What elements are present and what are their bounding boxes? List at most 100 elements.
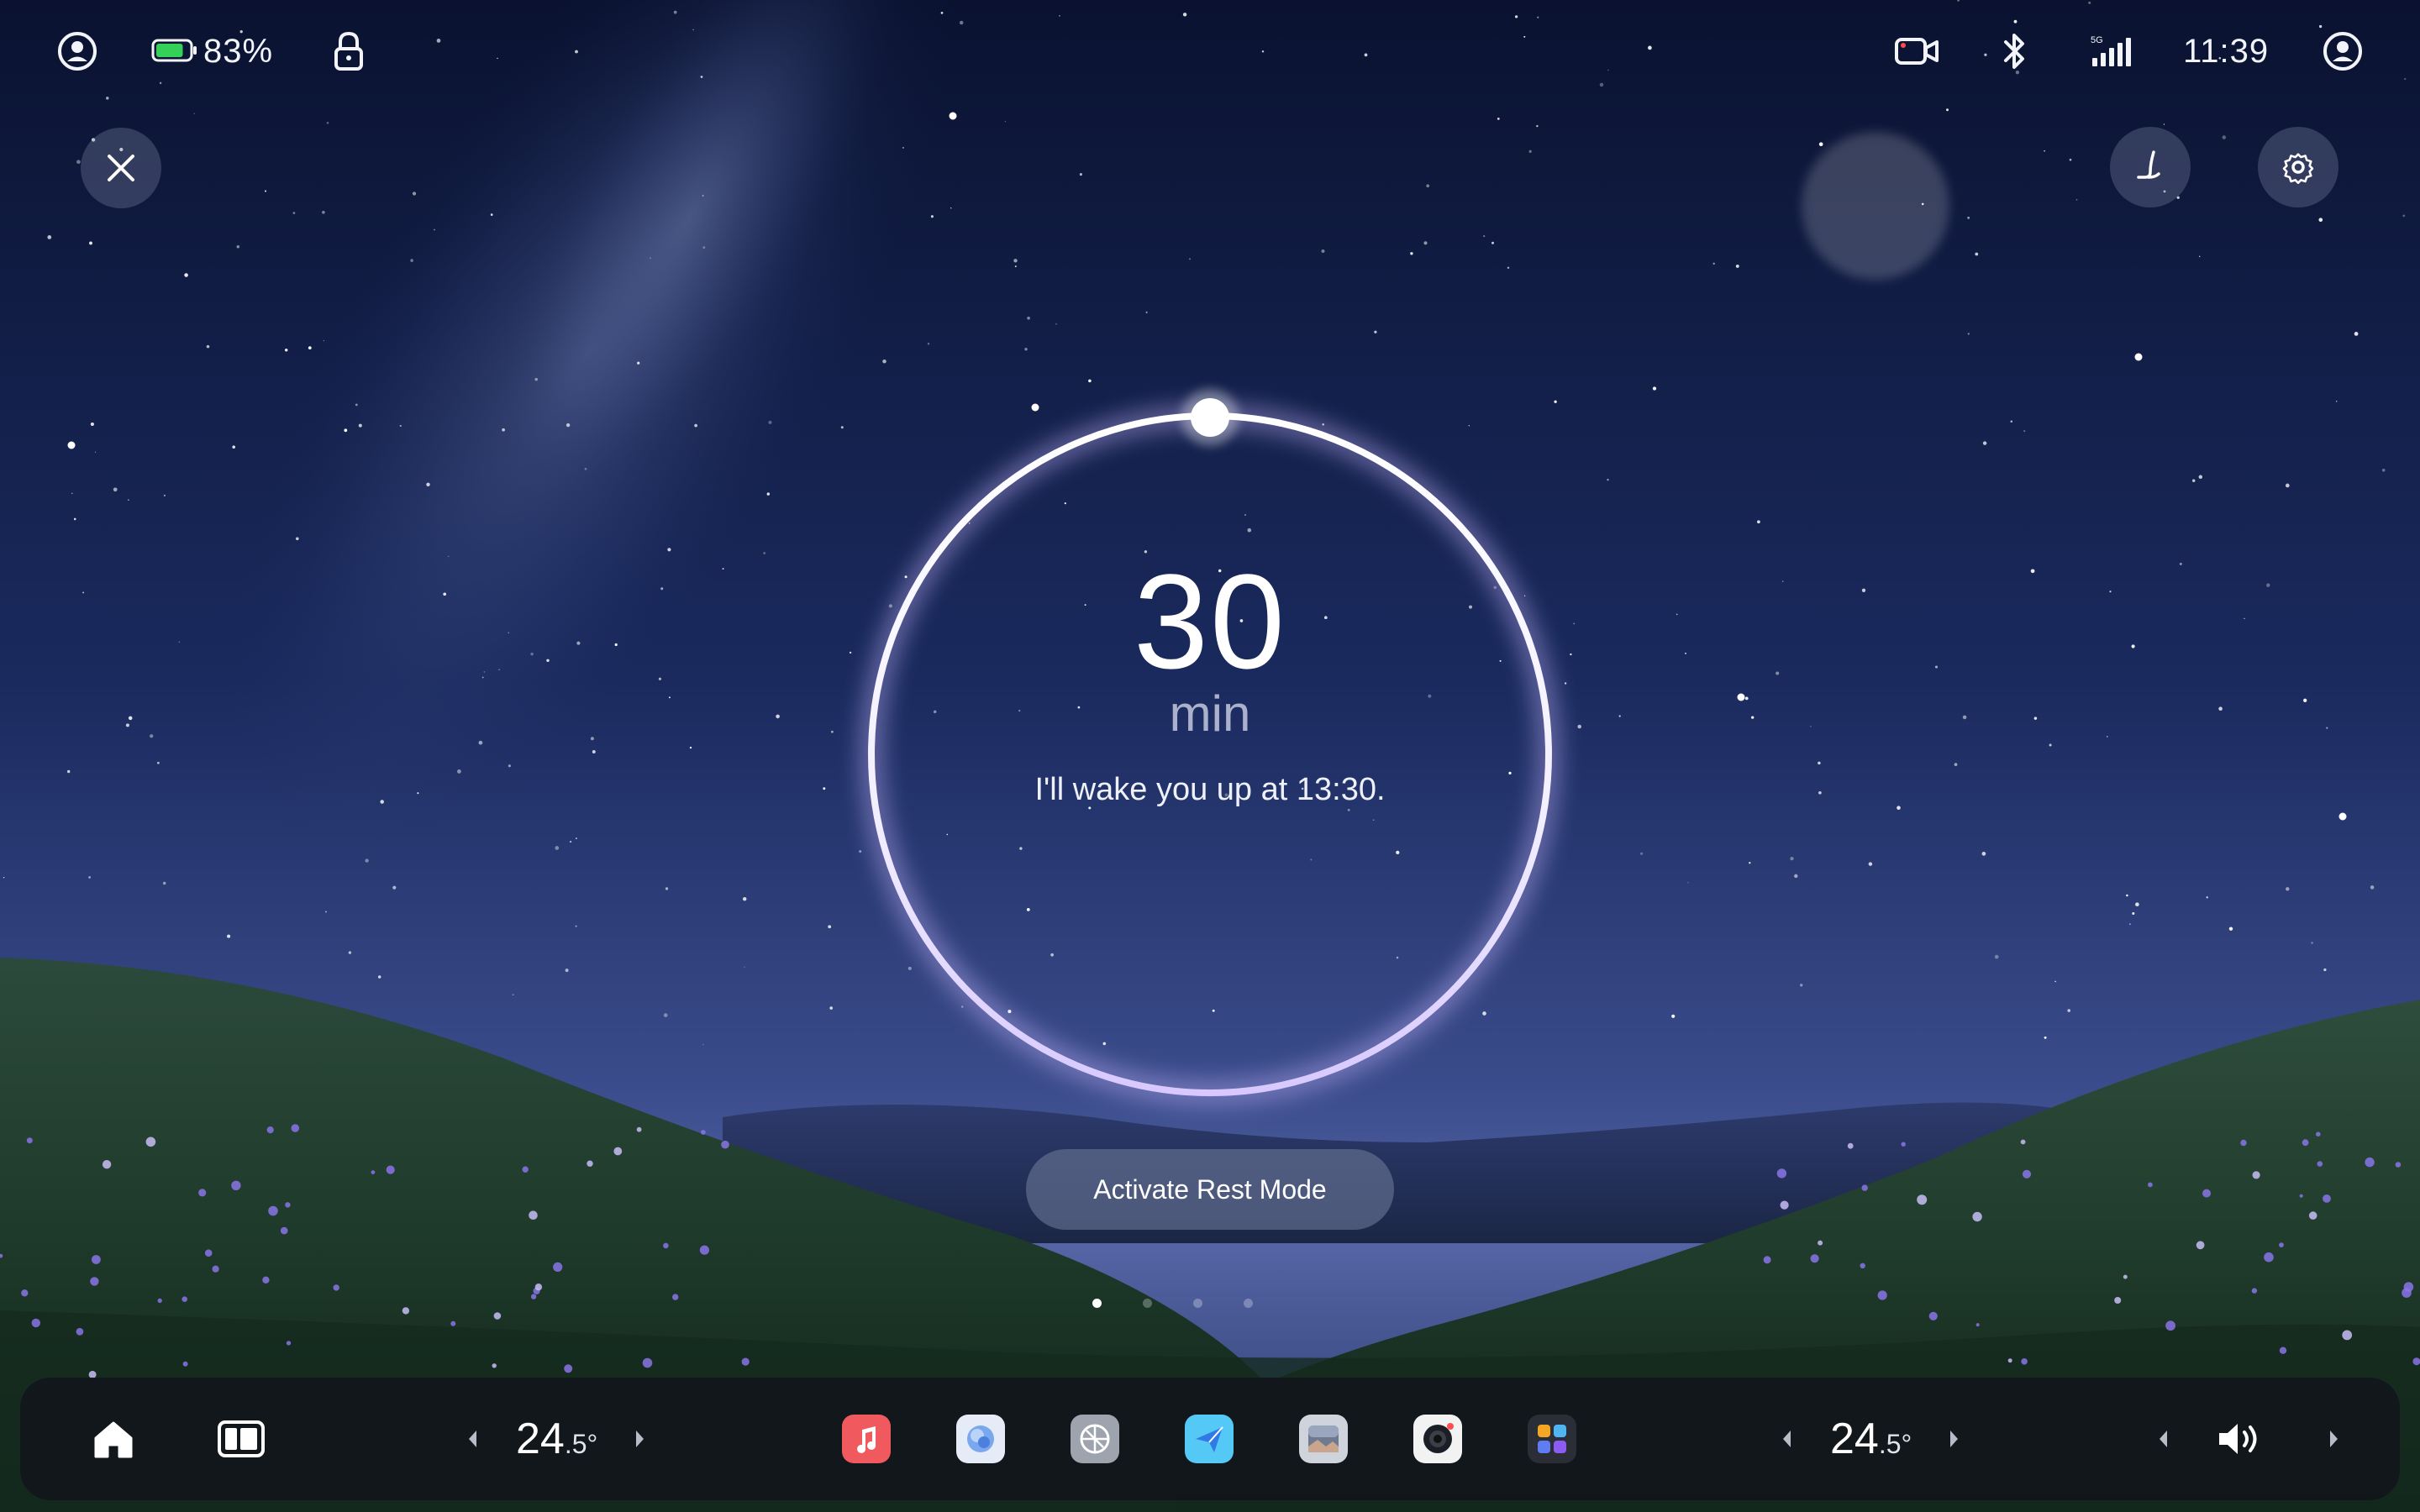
star: [326, 121, 329, 124]
flower: [145, 1137, 156, 1147]
star: [447, 555, 450, 558]
star: [426, 482, 430, 487]
activate-rest-mode-button[interactable]: Activate Rest Mode: [1026, 1149, 1394, 1230]
page-dot[interactable]: [1193, 1299, 1202, 1308]
star: [1247, 528, 1252, 533]
star: [576, 641, 581, 645]
gallery-app-icon[interactable]: [1299, 1415, 1348, 1463]
flower: [92, 1255, 101, 1264]
browser-app-icon[interactable]: [1071, 1415, 1119, 1463]
flower: [587, 1160, 593, 1167]
star: [2354, 332, 2359, 336]
star: [2132, 912, 2135, 915]
star: [163, 494, 166, 496]
right-temperature[interactable]: 24.5°: [1830, 1410, 1912, 1468]
account-icon[interactable]: [2319, 28, 2366, 75]
flower: [1877, 1290, 1887, 1300]
messages-app-icon[interactable]: [1185, 1415, 1234, 1463]
volume-button[interactable]: [2213, 1411, 2269, 1467]
star: [650, 257, 651, 259]
star: [1497, 118, 1500, 120]
star: [392, 885, 397, 890]
star: [823, 787, 826, 790]
lock-icon[interactable]: [328, 29, 370, 74]
star: [859, 850, 862, 853]
right-temp-increase[interactable]: [1941, 1418, 1966, 1460]
flower: [286, 1341, 292, 1346]
page-indicator: [1092, 1299, 1328, 1315]
star: [150, 734, 154, 738]
star: [694, 423, 697, 428]
star: [930, 215, 934, 218]
star: [1145, 311, 1148, 313]
left-temp-decrease[interactable]: [460, 1418, 486, 1460]
star: [2198, 475, 2203, 480]
star: [206, 344, 210, 349]
left-temp-increase[interactable]: [627, 1418, 652, 1460]
flower: [636, 1126, 642, 1132]
star: [1468, 425, 1470, 427]
flower: [529, 1210, 538, 1220]
split-screen-button[interactable]: [213, 1411, 269, 1467]
star: [481, 676, 484, 679]
volume-increase[interactable]: [2321, 1418, 2346, 1460]
star: [744, 966, 745, 968]
star: [829, 1006, 833, 1010]
page-dot[interactable]: [1143, 1299, 1152, 1308]
star: [88, 876, 91, 879]
volume-decrease[interactable]: [2151, 1418, 2176, 1460]
right-temp-decrease[interactable]: [1775, 1418, 1800, 1460]
timer-value: 30: [1134, 546, 1286, 696]
star: [1954, 763, 1958, 766]
star: [555, 846, 560, 850]
star: [2179, 562, 2182, 565]
gear-icon: [2282, 153, 2314, 184]
star: [1188, 258, 1192, 260]
left-temperature[interactable]: 24.5°: [516, 1410, 597, 1468]
star: [1321, 249, 1325, 253]
star: [1751, 716, 1754, 719]
star: [178, 641, 181, 643]
star: [1790, 856, 1794, 861]
flower: [2316, 1131, 2321, 1137]
bluetooth-icon[interactable]: [1996, 29, 2033, 74]
music-app-icon[interactable]: [842, 1415, 891, 1463]
star: [94, 451, 97, 453]
flower: [2279, 1242, 2284, 1247]
star: [2107, 736, 2108, 738]
star: [344, 428, 348, 433]
flower: [2279, 1347, 2287, 1354]
flower: [21, 1289, 29, 1297]
star: [284, 349, 288, 352]
star: [614, 643, 618, 647]
flower: [266, 1126, 274, 1134]
star: [457, 769, 461, 774]
star: [113, 487, 118, 492]
flower: [2251, 1288, 2258, 1294]
flower: [701, 1130, 706, 1135]
star: [665, 887, 669, 890]
dashcam-icon[interactable]: [1892, 32, 1941, 71]
star: [1652, 386, 1657, 391]
star: [1776, 671, 1780, 675]
star: [1570, 653, 1572, 656]
star: [2199, 255, 2201, 257]
profile-icon[interactable]: [54, 28, 101, 75]
star: [722, 568, 724, 570]
page-dot[interactable]: [1244, 1299, 1253, 1308]
home-button[interactable]: [86, 1411, 141, 1467]
settings-button[interactable]: [2258, 127, 2338, 207]
star: [2131, 644, 2135, 648]
star: [1818, 142, 1823, 147]
seat-recline-button[interactable]: [2110, 127, 2191, 207]
camera-app-icon[interactable]: [1413, 1415, 1462, 1463]
close-button[interactable]: [81, 128, 161, 208]
flower: [182, 1361, 188, 1367]
flower: [90, 1277, 99, 1286]
timer-handle[interactable]: [1181, 389, 1239, 446]
photos-app-icon[interactable]: [956, 1415, 1005, 1463]
page-dot[interactable]: [1092, 1299, 1102, 1308]
star: [534, 377, 538, 381]
bright-star: [1031, 403, 1039, 412]
apps-grid-icon[interactable]: [1528, 1415, 1576, 1463]
